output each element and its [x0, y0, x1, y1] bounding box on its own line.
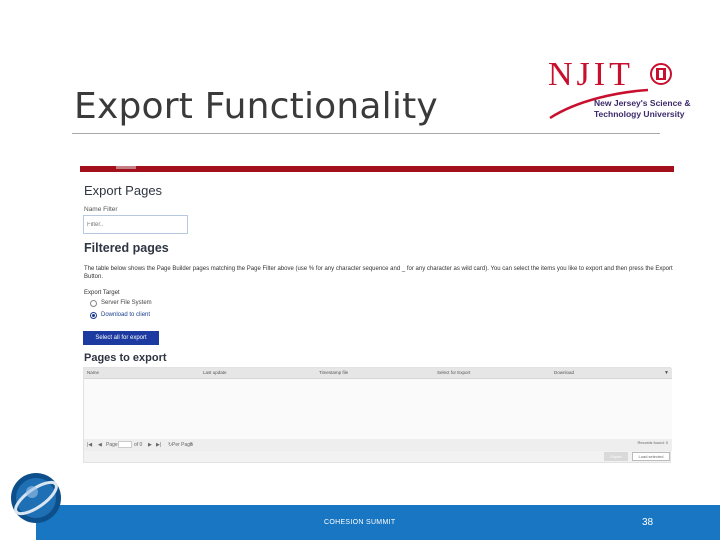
export-target-label: Export Target [84, 290, 120, 296]
app-top-bar [80, 166, 674, 172]
pages-to-export-heading: Pages to export [84, 352, 167, 364]
radio-download-to-client[interactable] [90, 312, 97, 319]
shield-icon [650, 63, 672, 85]
export-pages-screenshot: Export Pages Name Filter Filtered pages … [80, 166, 674, 468]
load-selected-button[interactable]: Load selected [632, 452, 670, 461]
prev-page-icon[interactable]: ◀ [98, 442, 102, 448]
column-header[interactable]: Timestamp file [319, 370, 348, 375]
filtered-pages-heading: Filtered pages [84, 241, 169, 255]
page-number: 38 [642, 517, 654, 528]
per-page-select[interactable]: 5 [190, 442, 193, 448]
footer-bar: COHESION SUMMIT 38 [36, 505, 720, 540]
name-filter-input[interactable] [83, 215, 188, 234]
last-page-icon[interactable]: ▶| [156, 442, 161, 448]
column-header[interactable]: Download [554, 370, 574, 375]
records-found: Records found: 0 [637, 440, 668, 445]
column-header[interactable]: Last update [203, 370, 227, 375]
page-of-label: of 0 [134, 442, 143, 448]
globe-logo-icon [11, 473, 61, 523]
filter-description: The table below shows the Page Builder p… [84, 266, 673, 280]
radio-label-download-to-client: Download to client [101, 312, 151, 318]
radio-label-server-file-system: Server File System [101, 300, 152, 306]
logo-subtitle-1: New Jersey's Science & [594, 98, 691, 108]
footer-text: COHESION SUMMIT [324, 519, 396, 526]
next-page-icon[interactable]: ▶ [148, 442, 152, 448]
table-header: Name Last update Timestamp file Select f… [84, 368, 672, 379]
page-label: Page [106, 442, 118, 448]
export-button[interactable]: Export [604, 452, 628, 461]
select-all-for-export-button[interactable]: Select all for export [83, 331, 159, 345]
page-number-input[interactable] [118, 441, 132, 448]
first-page-icon[interactable]: |◀ [87, 442, 92, 448]
table-body [84, 379, 672, 439]
logo-subtitle-2: Technology University [594, 109, 685, 119]
slide-title: Export Functionality [74, 86, 438, 127]
export-pages-heading: Export Pages [84, 183, 163, 198]
pages-table: Name Last update Timestamp file Select f… [83, 367, 672, 463]
title-divider [72, 133, 660, 134]
radio-server-file-system[interactable] [90, 300, 97, 307]
name-filter-label: Name Filter [84, 206, 118, 213]
chevron-down-icon[interactable]: ▼ [664, 370, 669, 376]
column-header[interactable]: Name [87, 370, 99, 375]
njit-logo: NJIT New Jersey's Science & Technology U… [548, 58, 691, 124]
table-pager: |◀ ◀ Page of 0 ▶ ▶| ↻ Per Page 5 [84, 439, 672, 451]
column-header[interactable]: Select for Export [437, 370, 470, 375]
